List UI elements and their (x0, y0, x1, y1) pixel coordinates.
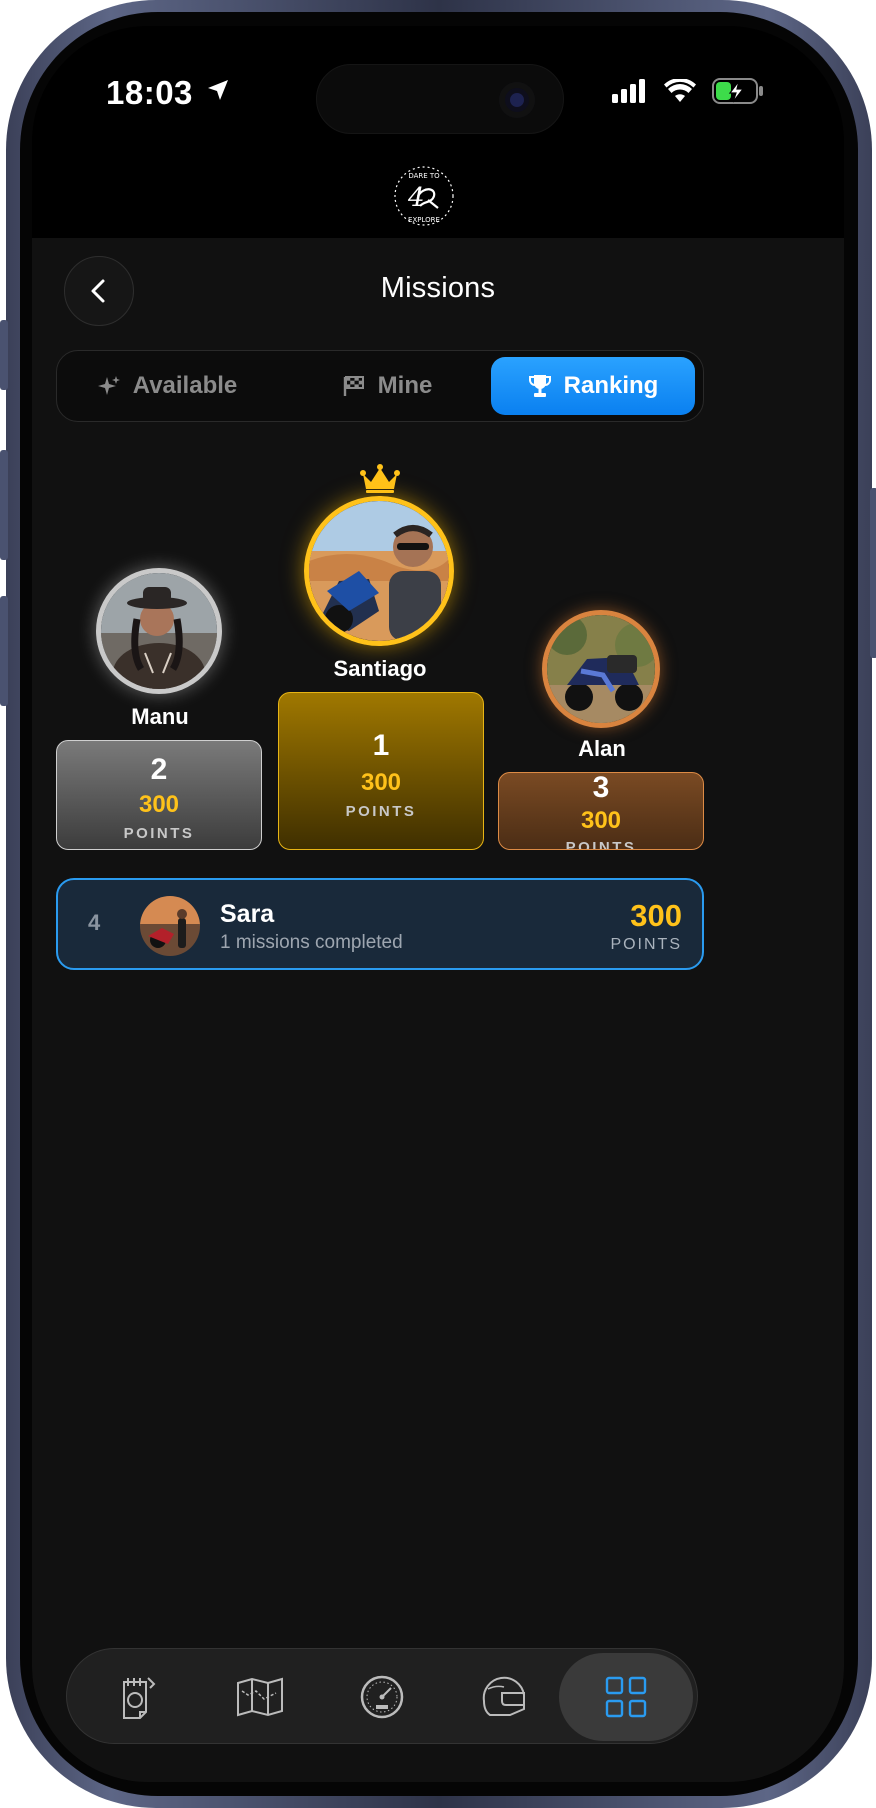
avatar-sara-photo (140, 896, 200, 956)
segmented-tabs: Available Mine Ranking (56, 350, 704, 422)
map-icon (237, 1677, 283, 1717)
status-time: 18:03 (106, 74, 193, 111)
podium-rank: 3 (592, 772, 610, 804)
podium-name-manu: Manu (131, 704, 189, 729)
location-arrow-icon (208, 80, 228, 100)
tab-available[interactable]: Available (67, 357, 267, 415)
podium-rank: 2 (150, 753, 168, 786)
podium-points: 300 (138, 791, 180, 818)
camera-icon (499, 82, 535, 118)
signal-icon (612, 79, 645, 103)
checkered-flag-icon (343, 376, 364, 396)
avatar-alan[interactable] (542, 610, 660, 728)
notes-icon (123, 1677, 156, 1719)
app-logo-icon: DARE TO 4 EXPLORE (394, 166, 454, 226)
ranking-row[interactable]: 4 Sara 1 missions completed 300 POINTS (56, 878, 704, 970)
crown-icon (360, 464, 400, 493)
avatar-santiago-photo (309, 501, 449, 641)
missions-panel: Missions Available Mine Ranking Manu San… (32, 238, 844, 1782)
nav-grid[interactable] (559, 1653, 693, 1741)
power-button (870, 488, 876, 658)
avatar-manu-photo (101, 573, 217, 689)
avatar-sara (140, 896, 200, 956)
helmet-icon (482, 1676, 525, 1716)
tab-ranking-label: Ranking (563, 372, 659, 399)
ranking-row-points: 300 (630, 898, 682, 933)
tab-ranking[interactable]: Ranking (491, 357, 695, 415)
svg-text:DARE TO: DARE TO (408, 172, 440, 180)
page-title: Missions (380, 272, 496, 304)
podium-points: 300 (360, 769, 402, 796)
podium-points-label: POINTS (123, 825, 195, 842)
trophy-icon (528, 375, 551, 397)
screen: 18:03 DARE TO 4 EXPLORE Missions Availab… (32, 26, 844, 1782)
podium-points-label: POINTS (565, 839, 637, 850)
svg-text:4: 4 (407, 183, 425, 213)
wifi-icon (664, 79, 696, 102)
tab-available-label: Available (132, 372, 238, 399)
ranking-row-rank: 4 (88, 910, 101, 935)
nav-map[interactable] (205, 1649, 315, 1745)
ranking-row-subtitle: 1 missions completed (220, 932, 403, 953)
podium-box-third: 3 300 POINTS (498, 772, 704, 850)
sparkles-icon (97, 376, 120, 395)
nav-notes[interactable] (83, 1649, 193, 1745)
nav-speedometer[interactable] (327, 1649, 437, 1745)
podium-points: 300 (580, 807, 622, 834)
podium-name-alan: Alan (578, 736, 626, 761)
avatar-santiago[interactable] (304, 496, 454, 646)
podium-name-santiago: Santiago (333, 656, 427, 681)
volume-up-button (0, 450, 8, 560)
podium-box-first: 1 300 POINTS (278, 692, 484, 850)
avatar-alan-photo (547, 615, 655, 723)
dynamic-island (316, 64, 564, 134)
action-button (0, 320, 8, 390)
nav-helmet[interactable] (449, 1649, 559, 1745)
ranking-row-points-label: POINTS (610, 936, 682, 953)
podium-rank: 1 (372, 729, 390, 762)
tab-mine[interactable]: Mine (287, 357, 487, 415)
speedometer-icon (360, 1675, 404, 1719)
volume-down-button (0, 596, 8, 706)
svg-text:EXPLORE: EXPLORE (408, 216, 440, 224)
podium-points-label: POINTS (345, 803, 417, 820)
status-icons (612, 78, 764, 104)
ranking-row-name: Sara (220, 900, 275, 928)
avatar-manu[interactable] (96, 568, 222, 694)
podium-box-second: 2 300 POINTS (56, 740, 262, 850)
grid-icon (605, 1676, 647, 1718)
battery-charging-icon (712, 78, 763, 104)
tab-mine-label: Mine (377, 372, 433, 399)
bottom-navigation (66, 1648, 698, 1744)
